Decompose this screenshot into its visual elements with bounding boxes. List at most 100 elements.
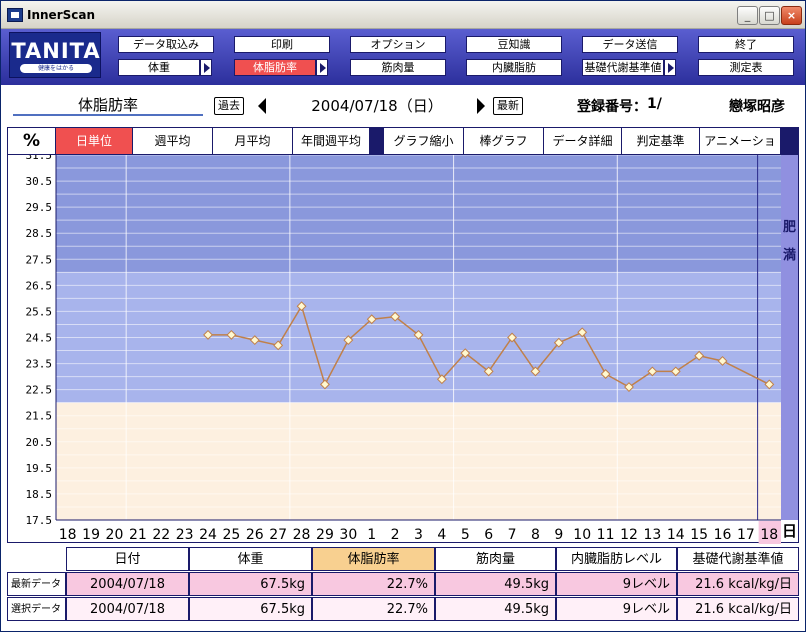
title-bar[interactable]: InnerScan _ □ × [1,1,805,29]
bmr-arrow-icon[interactable] [664,59,676,76]
y-tick-label: 28.5 [26,227,53,240]
header-bmr: 基礎代謝基準値 [677,547,799,571]
y-tick-label: 18.5 [26,488,53,501]
tab-animation[interactable]: アニメーション [700,128,781,174]
y-tick-label: 21.5 [26,410,53,423]
toolbar: TANITA 健康をはかる データ取込み 印刷 オプション 豆知識 データ送信 … [1,29,805,85]
tab-monthly-average[interactable]: 月平均 [213,128,293,155]
x-tick-label: 20 [106,527,124,543]
x-tick-label: 11 [597,527,615,543]
y-tick-label: 23.5 [26,358,53,371]
x-tick-label: 30 [339,527,357,543]
selected-muscle: 49.5kg [435,597,556,621]
weight-arrow-icon[interactable] [200,59,212,76]
selected-visceral: 9レベル [556,597,677,621]
x-tick-label: 26 [246,527,264,543]
x-tick-label: 14 [667,527,685,543]
tab-daily[interactable]: 日単位 [56,128,133,155]
latest-button[interactable]: 最新 [493,97,523,115]
bmr-button[interactable]: 基礎代謝基準値 [582,59,664,76]
app-icon [7,8,23,22]
header-weight: 体重 [189,547,312,571]
weight-button[interactable]: 体重 [118,59,200,76]
x-tick-label: 25 [222,527,240,543]
x-tick-label: 7 [508,527,517,543]
x-tick-label: 2 [391,527,400,543]
x-tick-label: 1 [367,527,376,543]
tab-judgment-criteria[interactable]: 判定基準 [622,128,700,155]
x-tick-label: 23 [176,527,194,543]
import-data-button[interactable]: データ取込み [118,36,214,53]
body-fat-button[interactable]: 体脂肪率 [234,59,316,76]
body-fat-line-chart[interactable]: 31.5 30.5 29.5 28.5 27.5 26.5 25.5 24.5 23.5 22.5… [8,155,781,544]
chevron-right-icon[interactable] [477,98,485,114]
row-label-latest: 最新データ [7,572,66,596]
x-tick-label: 18 [59,527,77,543]
x-tick-label: 3 [414,527,423,543]
latest-body-fat: 22.7% [312,572,435,596]
chevron-left-icon[interactable] [258,98,266,114]
current-date: 2004/07/18（日） [311,97,443,115]
day-unit-label: 日 [781,522,797,540]
latest-date: 2004/07/18 [66,572,189,596]
exit-button[interactable]: 終了 [698,36,794,53]
navigation-row: 体脂肪率 過去 2004/07/18（日） 最新 登録番号： 1/ 戀塚昭彦 [1,85,805,125]
options-button[interactable]: オプション [350,36,446,53]
x-tick-label: 16 [714,527,732,543]
x-tick-label: 5 [461,527,470,543]
y-tick-label: 19.5 [26,462,53,475]
send-data-button[interactable]: データ送信 [582,36,678,53]
logo-brand: TANITA [11,39,101,63]
measurement-table-button[interactable]: 測定表 [698,59,794,76]
selected-bmr: 21.6 kcal/kg/日 [677,597,799,621]
close-button[interactable]: × [781,6,802,25]
x-tick-label: 28 [293,527,311,543]
header-muscle: 筋肉量 [435,547,556,571]
visceral-fat-button[interactable]: 内臓脂肪 [466,59,562,76]
view-tabs: % 日単位 週平均 月平均 年間週平均 グラフ縮小 棒グラフ データ詳細 判定基… [8,128,798,174]
summary-table: 日付 体重 体脂肪率 筋肉量 内臓脂肪レベル 基礎代謝基準値 最新データ 200… [7,547,799,623]
x-tick-label: 22 [152,527,170,543]
y-tick-label: 22.5 [26,384,53,397]
header-visceral: 内臓脂肪レベル [556,547,677,571]
zone-band [56,402,781,520]
logo-tagline: 健康をはかる [20,64,92,73]
latest-muscle: 49.5kg [435,572,556,596]
y-tick-label: 20.5 [26,436,53,449]
latest-bmr: 21.6 kcal/kg/日 [677,572,799,596]
window-title: InnerScan [27,8,96,22]
x-tick-label: 24 [199,527,217,543]
x-tick-label: 29 [316,527,334,543]
chart-panel: % 日単位 週平均 月平均 年間週平均 グラフ縮小 棒グラフ データ詳細 判定基… [7,127,799,544]
zone-sidebar [781,155,798,520]
x-tick-label: 13 [643,527,661,543]
x-tick-label: 10 [573,527,591,543]
tips-button[interactable]: 豆知識 [466,36,562,53]
zone-band [56,155,781,273]
y-tick-label: 17.5 [26,514,53,527]
prev-button[interactable]: 過去 [214,97,244,115]
tab-data-details[interactable]: データ詳細 [544,128,622,155]
tab-yearly-weekly-average[interactable]: 年間週平均 [293,128,370,155]
muscle-button[interactable]: 筋肉量 [350,59,446,76]
x-tick-label: 9 [554,527,563,543]
header-date: 日付 [66,547,189,571]
x-tick-label: 4 [437,527,446,543]
minimize-button[interactable]: _ [737,6,758,25]
unit-label: % [8,128,56,155]
x-tick-label: 27 [269,527,287,543]
body-fat-arrow-icon[interactable] [316,59,328,76]
y-tick-label: 27.5 [26,253,53,266]
print-button[interactable]: 印刷 [234,36,330,53]
tab-shrink-graph[interactable]: グラフ縮小 [384,128,464,155]
y-tick-label: 31.5 [26,155,53,162]
tab-end-block [781,128,798,155]
tanita-logo: TANITA 健康をはかる [9,32,101,78]
x-tick-label: 15 [690,527,708,543]
x-tick-label: 19 [82,527,100,543]
app-window: InnerScan _ □ × TANITA 健康をはかる データ取込み 印刷 … [0,0,806,632]
obese-zone-label: 肥満 [782,220,796,263]
maximize-button[interactable]: □ [759,6,780,25]
tab-bar-graph[interactable]: 棒グラフ [464,128,544,155]
tab-weekly-average[interactable]: 週平均 [133,128,213,155]
